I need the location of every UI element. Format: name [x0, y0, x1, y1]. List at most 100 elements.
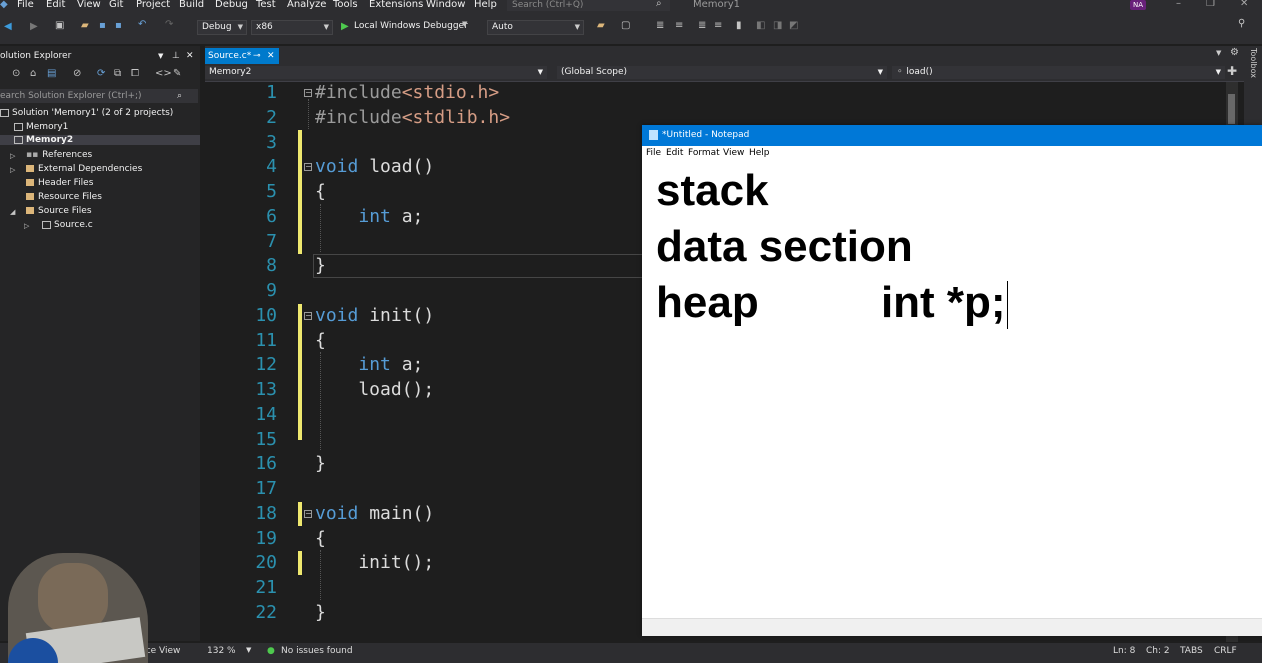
wrench-icon[interactable]: ✎	[173, 68, 181, 79]
tree-project-memory1[interactable]: Memory1	[14, 122, 68, 132]
tab-source-c[interactable]: Source.c* ⊸ ✕	[205, 48, 279, 64]
fold-toggle-icon[interactable]: −	[304, 510, 312, 518]
menu-edit[interactable]: Edit	[46, 0, 65, 10]
tree-source-c[interactable]: Source.c	[42, 220, 93, 230]
solution-config-select[interactable]: Auto ▼	[487, 20, 584, 35]
menu-build[interactable]: Build	[179, 0, 204, 10]
indent-icon[interactable]: ≣	[656, 20, 664, 31]
zoom-level[interactable]: 132 %	[207, 646, 236, 656]
expand-icon[interactable]: ▷	[10, 152, 15, 160]
forward-icon[interactable]: ▶	[30, 21, 38, 32]
issues-status[interactable]: No issues found	[281, 646, 353, 656]
code-editor[interactable]: − − − − 1 #include<stdio.h> 2 #include<s…	[205, 82, 643, 642]
window-icon[interactable]: ▢	[621, 20, 630, 31]
outdent-icon[interactable]: ≡	[675, 20, 683, 31]
chevron-down-icon[interactable]: ▼	[1216, 49, 1221, 57]
close-tab-icon[interactable]: ✕	[267, 48, 275, 64]
show-all-files-icon[interactable]: ⧠	[131, 68, 139, 79]
notepad-titlebar[interactable]: *Untitled - Notepad	[642, 125, 1262, 146]
notepad-menu-file[interactable]: File	[646, 148, 661, 158]
split-icon[interactable]: ✚	[1227, 64, 1237, 78]
comment-icon[interactable]: ≣	[698, 20, 706, 31]
tree-references[interactable]: ▪▪ References	[26, 150, 92, 160]
menu-project[interactable]: Project	[136, 0, 170, 10]
play-icon[interactable]: ▶	[341, 21, 349, 32]
tree-source-files[interactable]: Source Files	[26, 206, 92, 216]
run-debugger-button[interactable]: Local Windows Debugger	[354, 21, 468, 31]
config-select[interactable]: Debug ▼	[197, 20, 247, 35]
indent-mode[interactable]: TABS	[1180, 646, 1203, 656]
search-box[interactable]: Search (Ctrl+Q)	[507, 0, 670, 11]
home-icon[interactable]: ⌂	[30, 68, 36, 79]
open-folder-icon[interactable]: ▰	[81, 20, 89, 31]
menu-analyze[interactable]: Analyze	[287, 0, 326, 10]
prev-bookmark-icon[interactable]: ◧	[756, 20, 765, 31]
notepad-menu-format[interactable]: Format	[688, 148, 720, 158]
new-project-icon[interactable]: ▣	[55, 20, 64, 31]
menu-git[interactable]: Git	[109, 0, 123, 10]
notepad-menu-view[interactable]: View	[723, 148, 744, 158]
expand-icon[interactable]: ▷	[24, 222, 29, 230]
chevron-down-icon[interactable]: ▼	[246, 646, 251, 654]
chevron-down-icon[interactable]: ▼	[462, 20, 467, 28]
forward-icon[interactable]: ⊙	[12, 68, 20, 79]
close-window-icon[interactable]: ✕	[1240, 0, 1248, 9]
menu-view[interactable]: View	[77, 0, 101, 10]
sync-icon[interactable]: ⟳	[97, 68, 105, 79]
pin-icon[interactable]: ⊸	[253, 48, 261, 64]
project-dropdown[interactable]: Memory2 ▼	[205, 66, 547, 79]
restore-icon[interactable]: ❐	[1206, 0, 1215, 9]
tree-solution[interactable]: Solution 'Memory1' (2 of 2 projects)	[0, 108, 173, 118]
collapse-all-icon[interactable]: ⧉	[114, 68, 121, 79]
member-dropdown[interactable]: ⚬ load() ▼	[892, 66, 1225, 79]
settings-icon[interactable]: ⚙	[1230, 47, 1239, 58]
tree-external-deps[interactable]: External Dependencies	[26, 164, 142, 174]
uncomment-icon[interactable]: ≡	[714, 20, 722, 31]
notepad-menu-help[interactable]: Help	[749, 148, 770, 158]
toolbox-side-tab[interactable]: Toolbox	[1244, 46, 1262, 126]
user-avatar[interactable]: NA	[1130, 0, 1146, 10]
menu-window[interactable]: Window	[426, 0, 465, 10]
chevron-down-icon[interactable]: ▼	[158, 46, 163, 66]
menu-extensions[interactable]: Extensions	[369, 0, 423, 10]
tree-resource-files[interactable]: Resource Files	[26, 192, 102, 202]
search-icon[interactable]: ⌕	[177, 89, 182, 103]
vs-logo-icon[interactable]: ◆	[0, 0, 8, 10]
switch-views-icon[interactable]: ▤	[47, 68, 56, 79]
next-bookmark-icon[interactable]: ◨	[773, 20, 782, 31]
search-icon[interactable]: ⌕	[656, 0, 662, 9]
fold-toggle-icon[interactable]: −	[304, 312, 312, 320]
menu-file[interactable]: File	[17, 0, 34, 10]
menu-debug[interactable]: Debug	[215, 0, 248, 10]
fold-toggle-icon[interactable]: −	[304, 163, 312, 171]
back-icon[interactable]: ◀	[4, 21, 12, 32]
column-indicator[interactable]: Ch: 2	[1146, 646, 1170, 656]
notepad-hscrollbar[interactable]	[642, 618, 1262, 636]
scope-dropdown[interactable]: (Global Scope) ▼	[557, 66, 887, 79]
save-all-icon[interactable]: ▪	[115, 20, 122, 31]
menu-test[interactable]: Test	[256, 0, 276, 10]
pending-changes-icon[interactable]: ⊘	[73, 68, 81, 79]
pin-icon[interactable]: ⊥	[172, 46, 180, 66]
expand-icon[interactable]: ▷	[10, 166, 15, 174]
solution-search-input[interactable]: earch Solution Explorer (Ctrl+;) ⌕	[0, 89, 198, 103]
platform-select[interactable]: x86 ▼	[251, 20, 333, 35]
save-icon[interactable]: ▪	[99, 20, 106, 31]
redo-icon[interactable]: ↷	[165, 19, 173, 30]
menu-help[interactable]: Help	[474, 0, 497, 10]
clear-bookmark-icon[interactable]: ◩	[789, 20, 798, 31]
notepad-textarea[interactable]: stack data section heap int *p;	[656, 163, 1008, 331]
tree-header-files[interactable]: Header Files	[26, 178, 93, 188]
fold-toggle-icon[interactable]: −	[304, 89, 312, 97]
collapse-icon[interactable]: ◢	[10, 208, 15, 216]
tree-project-memory2[interactable]: Memory2	[0, 135, 200, 145]
menu-tools[interactable]: Tools	[333, 0, 358, 10]
undo-icon[interactable]: ↶	[138, 19, 146, 30]
minimize-icon[interactable]: –	[1176, 0, 1181, 9]
close-panel-icon[interactable]: ✕	[186, 46, 194, 66]
notepad-menu-edit[interactable]: Edit	[666, 148, 683, 158]
line-indicator[interactable]: Ln: 8	[1113, 646, 1135, 656]
code-icon[interactable]: <>	[155, 68, 172, 79]
live-share-icon[interactable]: ⚲	[1238, 18, 1245, 29]
folder-icon[interactable]: ▰	[597, 20, 605, 31]
